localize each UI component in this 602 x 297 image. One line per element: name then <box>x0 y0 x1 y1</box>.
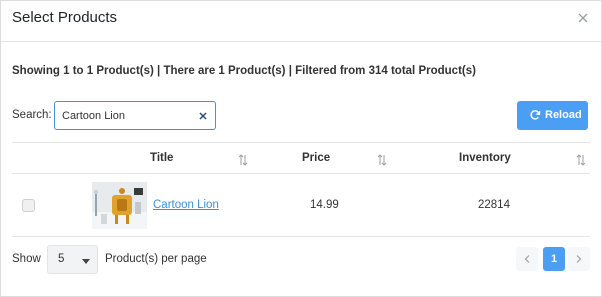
chevron-right-icon <box>576 255 582 263</box>
page-size-value: 5 <box>58 253 65 265</box>
page-button-current[interactable]: 1 <box>543 247 565 271</box>
column-header-price[interactable]: Price <box>302 152 330 164</box>
search-box[interactable] <box>54 101 216 130</box>
product-price: 14.99 <box>310 199 339 211</box>
cartoon-lion-image <box>92 182 147 229</box>
per-page-label: Product(s) per page <box>105 253 207 265</box>
column-header-title[interactable]: Title <box>150 152 173 164</box>
product-title-link[interactable]: Cartoon Lion <box>153 199 219 211</box>
product-inventory: 22814 <box>478 199 510 211</box>
table-header: Title Price Inventory <box>12 142 590 174</box>
chevron-left-icon <box>524 255 530 263</box>
search-input[interactable] <box>62 108 192 124</box>
reload-icon <box>530 110 541 120</box>
next-page-button[interactable] <box>568 247 590 271</box>
select-products-modal: Select Products Showing 1 to 1 Product(s… <box>0 0 602 297</box>
table-footer: Show 5 Product(s) per page 1 <box>1 237 601 297</box>
column-header-inventory[interactable]: Inventory <box>459 152 511 164</box>
clear-icon[interactable] <box>199 112 207 120</box>
table-row: Cartoon Lion 14.99 22814 <box>12 174 590 237</box>
row-checkbox[interactable] <box>22 199 35 212</box>
search-label: Search: <box>12 109 52 121</box>
product-thumbnail <box>92 182 147 229</box>
close-icon[interactable] <box>577 12 589 24</box>
results-summary: Showing 1 to 1 Product(s) | There are 1 … <box>12 65 476 77</box>
reload-label: Reload <box>545 109 582 121</box>
modal-title: Select Products <box>12 9 118 26</box>
previous-page-button[interactable] <box>516 247 538 271</box>
chevron-down-icon <box>82 259 90 264</box>
sort-icon[interactable] <box>576 154 586 166</box>
show-label: Show <box>12 253 41 265</box>
modal-header: Select Products <box>1 1 601 42</box>
page-size-select[interactable]: 5 <box>47 245 98 274</box>
sort-icon[interactable] <box>238 154 248 166</box>
sort-icon[interactable] <box>377 154 387 166</box>
reload-button[interactable]: Reload <box>517 101 588 130</box>
products-table: Title Price Inventory Cartoon Lion 14.99… <box>12 142 590 237</box>
